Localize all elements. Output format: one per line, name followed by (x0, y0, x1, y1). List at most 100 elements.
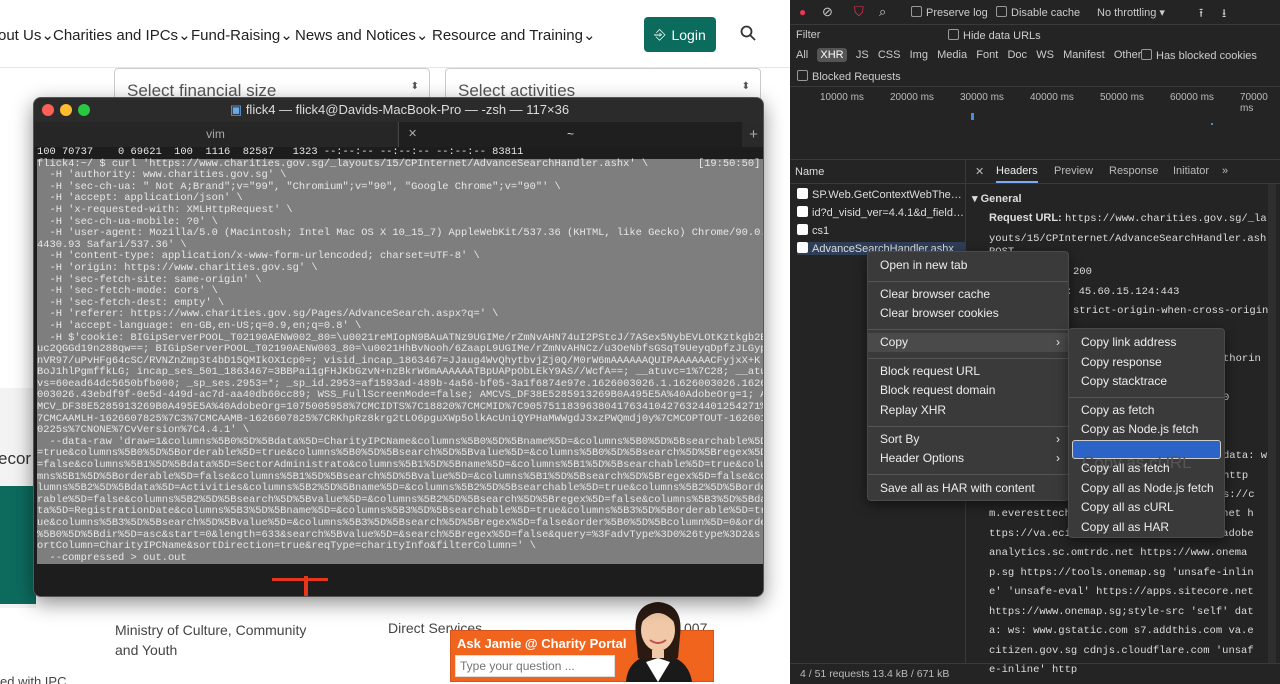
terminal-tab-vim[interactable]: vim (34, 122, 397, 147)
terminal-line: -H 'x-requested-with: XMLHttpRequest' \ (37, 204, 763, 217)
minimize-window-icon[interactable] (60, 104, 72, 116)
terminal-line: -H 'accept-language: en-GB,en-US;q=0.9,e… (37, 320, 763, 333)
submenu-arrow-icon: › (1056, 335, 1060, 349)
terminal-window[interactable]: ▣ flick4 — flick4@Davids-MacBook-Pro — -… (33, 97, 764, 597)
new-tab-plus-icon[interactable]: + (742, 122, 763, 147)
login-icon: ⎆ (654, 26, 666, 42)
menu-clear-cache[interactable]: Clear browser cache (868, 285, 1068, 304)
request-row[interactable]: id?d_visid_ver=4.4.1&d_field… (797, 206, 964, 219)
side-text-ipc: ed with IPC (0, 674, 67, 684)
hide-data-urls-checkbox[interactable]: Hide data URLs (948, 29, 1041, 42)
side-text: ecor (0, 449, 32, 468)
header-fragment: s://c (1223, 489, 1255, 501)
menu-replay-xhr[interactable]: Replay XHR (868, 401, 1068, 420)
type-all[interactable]: All (796, 49, 808, 61)
close-tab-icon[interactable]: ✕ (408, 127, 417, 140)
name-column-header[interactable]: Name (795, 166, 824, 178)
nav-about-us[interactable]: out Us⌄ (0, 26, 54, 44)
more-tabs-icon[interactable]: » (1222, 165, 1228, 177)
clear-icon[interactable]: ⊘ (822, 4, 833, 20)
copy-as-nodejs-fetch[interactable]: Copy as Node.js fetch (1069, 420, 1224, 439)
menu-open-new-tab[interactable]: Open in new tab (868, 256, 1068, 275)
type-font[interactable]: Font (976, 49, 998, 61)
referrer-policy-value: strict-origin-when-cross-origin (1073, 305, 1269, 317)
tab-response[interactable]: Response (1109, 165, 1159, 177)
close-window-icon[interactable] (42, 104, 54, 116)
details-scrollbar[interactable] (1268, 184, 1276, 663)
copy-as-fetch[interactable]: Copy as fetch (1069, 401, 1224, 420)
tab-headers[interactable]: Headers (996, 165, 1038, 183)
timeline-label: 30000 ms (960, 92, 1004, 103)
login-button[interactable]: ⎆ Login (644, 17, 716, 52)
menu-block-domain[interactable]: Block request domain (868, 381, 1068, 400)
timeline-label: 40000 ms (1030, 92, 1074, 103)
tab-initiator[interactable]: Initiator (1173, 165, 1209, 177)
blocked-requests-checkbox[interactable]: Blocked Requests (797, 70, 901, 83)
select-arrows-icon: ⬍ (410, 81, 419, 92)
network-timeline[interactable]: 10000 ms 20000 ms 30000 ms 40000 ms 5000… (790, 86, 1280, 160)
type-img[interactable]: Img (910, 49, 928, 61)
preserve-log-checkbox[interactable]: Preserve log (911, 6, 988, 19)
type-js[interactable]: JS (856, 49, 869, 61)
nav-charities-ipcs[interactable]: Charities and IPCs⌄ (53, 26, 191, 44)
type-xhr[interactable]: XHR (817, 48, 847, 62)
type-css[interactable]: CSS (878, 49, 901, 61)
copy-all-as-nodejs-fetch[interactable]: Copy all as Node.js fetch (1069, 479, 1224, 498)
terminal-line: uc2QGGd19n288qw==; BIGipServerPOOL_T0219… (37, 343, 764, 356)
network-status-bar: 4 / 51 requests 13.4 kB / 671 kB (790, 663, 1280, 684)
copy-as-curl[interactable]: Copy as cURL (1072, 440, 1221, 472)
ask-jamie-input[interactable] (455, 655, 615, 677)
terminal-tab-home[interactable]: ~ (398, 122, 742, 147)
copy-all-as-fetch[interactable]: Copy all as fetch (1069, 459, 1224, 478)
ministry-label: Ministry of Culture, Community and Youth (115, 622, 307, 658)
timeline-label: 50000 ms (1100, 92, 1144, 103)
disable-cache-checkbox[interactable]: Disable cache (996, 6, 1080, 19)
tab-preview[interactable]: Preview (1054, 165, 1093, 177)
terminal-line: -H 'origin: https://www.charities.gov.sg… (37, 262, 763, 275)
search-icon[interactable]: ⌕ (879, 4, 886, 20)
type-doc[interactable]: Doc (1007, 49, 1027, 61)
type-other[interactable]: Other (1114, 49, 1142, 61)
terminal-titlebar[interactable]: ▣ flick4 — flick4@Davids-MacBook-Pro — -… (34, 98, 763, 122)
menu-copy[interactable]: Copy › (868, 333, 1068, 352)
menu-header-options[interactable]: Header Options › (868, 449, 1068, 468)
throttling-select[interactable]: No throttling ▾ (1097, 6, 1165, 19)
menu-save-har[interactable]: Save all as HAR with content (868, 479, 1068, 498)
type-manifest[interactable]: Manifest (1063, 49, 1105, 61)
nav-resource-training[interactable]: Resource and Training⌄ (432, 26, 596, 44)
menu-clear-cookies[interactable]: Clear browser cookies (868, 304, 1068, 323)
has-blocked-cookies-checkbox[interactable]: Has blocked cookies (1141, 49, 1257, 62)
search-icon[interactable] (740, 25, 756, 41)
menu-block-url[interactable]: Block request URL (868, 362, 1068, 381)
terminal-line: =false&columns%5B1%5D%5Bdata%5D=SectorAd… (37, 459, 764, 472)
request-row[interactable]: SP.Web.GetContextWebThe… (797, 188, 962, 201)
header-fragment: data: w (1223, 450, 1268, 462)
timeline-label: 60000 ms (1170, 92, 1214, 103)
type-media[interactable]: Media (937, 49, 967, 61)
nav-news-notices[interactable]: News and Notices⌄ (295, 26, 428, 44)
site-navbar: out Us⌄ Charities and IPCs⌄ Fund-Raising… (0, 0, 790, 68)
copy-link-address[interactable]: Copy link address (1069, 333, 1224, 352)
terminal-line: --compressed > out.out (37, 552, 763, 565)
filter-input[interactable]: Filter (796, 29, 820, 41)
timeline-label: 20000 ms (890, 92, 934, 103)
import-icon[interactable]: ⭱ (1199, 4, 1203, 25)
red-underline-annotation (272, 578, 328, 581)
timeline-label: 10000 ms (820, 92, 864, 103)
copy-all-as-curl[interactable]: Copy all as cURL (1069, 498, 1224, 517)
nav-fund-raising[interactable]: Fund-Raising⌄ (191, 26, 293, 44)
type-ws[interactable]: WS (1036, 49, 1054, 61)
copy-all-as-har[interactable]: Copy all as HAR (1069, 518, 1224, 537)
zoom-window-icon[interactable] (78, 104, 90, 116)
select-arrows-icon: ⬍ (741, 81, 750, 92)
close-details-icon[interactable]: ✕ (975, 165, 984, 178)
request-row[interactable]: cs1 (797, 224, 829, 237)
menu-sort-by[interactable]: Sort By › (868, 430, 1068, 449)
terminal-output[interactable]: 100 70737 0 69621 100 1116 82587 1323 --… (34, 147, 764, 596)
copy-response[interactable]: Copy response (1069, 353, 1224, 372)
record-icon[interactable]: ● (799, 5, 806, 19)
filter-icon[interactable]: ⛉ (854, 4, 864, 20)
general-section[interactable]: ▾ General (972, 192, 1022, 205)
copy-stacktrace[interactable]: Copy stacktrace (1069, 372, 1224, 391)
export-icon[interactable]: ⭳ (1222, 4, 1226, 25)
